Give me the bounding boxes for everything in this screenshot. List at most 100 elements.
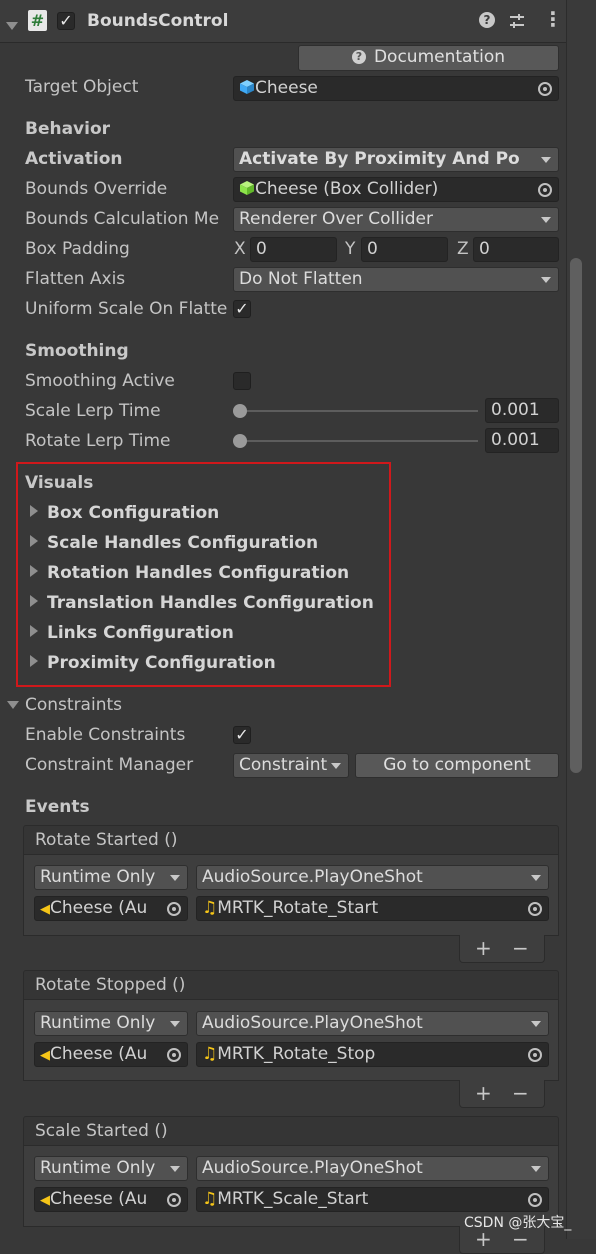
rotate-lerp-label: Rotate Lerp Time (25, 431, 171, 451)
constraints-header: Constraints (25, 695, 122, 715)
rotate-lerp-input[interactable]: 0.001 (485, 428, 559, 453)
function-dropdown[interactable]: AudioSource.PlayOneShot (196, 865, 549, 890)
uniform-scale-checkbox[interactable]: ✓ (233, 300, 251, 318)
cube-icon (240, 80, 254, 94)
foldout-label: Links Configuration (47, 623, 234, 643)
event-argument-value: MRTK_Rotate_Start (217, 898, 379, 918)
foldout-arrow-icon (30, 505, 38, 517)
runtime-mode-dropdown[interactable]: Runtime Only (34, 1011, 188, 1036)
foldout-translation-handles-configuration[interactable]: Translation Handles Configuration (30, 593, 374, 613)
box-padding-label: Box Padding (25, 239, 130, 259)
scale-lerp-label: Scale Lerp Time (25, 401, 161, 421)
foldout-links-configuration[interactable]: Links Configuration (30, 623, 234, 643)
event-header: Rotate Stopped () (23, 970, 559, 1000)
component-header: # ✓ BoundsControl ? ⋮ (0, 0, 566, 43)
foldout-box-configuration[interactable]: Box Configuration (30, 503, 219, 523)
event-object-value: Cheese (Au (50, 1189, 148, 1209)
events-header: Events (25, 797, 90, 817)
function-value: AudioSource.PlayOneShot (202, 1158, 423, 1178)
function-dropdown[interactable]: AudioSource.PlayOneShot (196, 1011, 549, 1036)
object-picker-icon[interactable] (528, 902, 542, 916)
object-picker-icon[interactable] (167, 1193, 181, 1207)
rotate-lerp-value: 0.001 (491, 430, 540, 450)
chevron-down-icon (531, 1021, 541, 1027)
runtime-mode-dropdown[interactable]: Runtime Only (34, 1156, 188, 1181)
smoothing-active-checkbox[interactable] (233, 372, 251, 390)
foldout-arrow-icon[interactable] (6, 16, 18, 36)
scrollbar-thumb[interactable] (570, 258, 582, 773)
documentation-button[interactable]: ? Documentation (298, 45, 559, 71)
function-dropdown[interactable]: AudioSource.PlayOneShot (196, 1156, 549, 1181)
foldout-rotation-handles-configuration[interactable]: Rotation Handles Configuration (30, 563, 349, 583)
foldout-label: Rotation Handles Configuration (47, 563, 350, 583)
chevron-down-icon (531, 1166, 541, 1172)
flatten-axis-dropdown[interactable]: Do Not Flatten (233, 267, 559, 292)
foldout-arrow-icon (30, 655, 38, 667)
add-listener-button[interactable]: + (475, 936, 492, 960)
constraints-foldout[interactable]: Constraints (7, 695, 122, 715)
rotate-lerp-slider-track[interactable] (240, 440, 478, 442)
rotate-lerp-slider-handle[interactable] (233, 434, 247, 448)
runtime-mode-dropdown[interactable]: Runtime Only (34, 865, 188, 890)
foldout-proximity-configuration[interactable]: Proximity Configuration (30, 653, 276, 673)
bounds-calc-dropdown[interactable]: Renderer Over Collider (233, 207, 559, 232)
bounds-override-label: Bounds Override (25, 179, 168, 199)
enable-constraints-label: Enable Constraints (25, 725, 186, 745)
remove-listener-button[interactable]: − (512, 1081, 529, 1105)
more-options-icon[interactable]: ⋮ (543, 7, 563, 31)
object-picker-icon[interactable] (167, 902, 181, 916)
scale-lerp-slider-track[interactable] (240, 410, 478, 412)
event-argument-field[interactable]: ♫MRTK_Scale_Start (196, 1187, 549, 1212)
object-picker-icon[interactable] (528, 1193, 542, 1207)
enable-constraints-checkbox[interactable]: ✓ (233, 726, 251, 744)
presets-icon[interactable] (508, 12, 526, 30)
object-picker-icon[interactable] (538, 82, 552, 96)
bounds-calc-value: Renderer Over Collider (239, 209, 433, 229)
foldout-label: Box Configuration (47, 503, 220, 523)
foldout-arrow-icon (30, 595, 38, 607)
bounds-override-field[interactable]: Cheese (Box Collider) (233, 177, 559, 202)
audio-source-icon: ◀ (40, 902, 50, 917)
help-icon: ? (351, 50, 366, 64)
chevron-down-icon (541, 277, 551, 283)
object-picker-icon[interactable] (528, 1048, 542, 1062)
event-object-field[interactable]: ◀Cheese (Au (34, 1042, 188, 1067)
box-collider-icon (240, 181, 254, 195)
bounds-calc-label: Bounds Calculation Me (25, 209, 220, 229)
foldout-label: Scale Handles Configuration (47, 533, 319, 553)
foldout-arrow-icon (7, 701, 19, 709)
foldout-arrow-icon (30, 535, 38, 547)
add-listener-button[interactable]: + (475, 1081, 492, 1105)
scale-lerp-slider-handle[interactable] (233, 404, 247, 418)
scale-lerp-input[interactable]: 0.001 (485, 398, 559, 423)
help-icon[interactable]: ? (479, 12, 495, 28)
target-object-field[interactable]: Cheese (233, 76, 559, 101)
runtime-mode-value: Runtime Only (40, 1013, 156, 1033)
event-argument-field[interactable]: ♫MRTK_Rotate_Start (196, 896, 549, 921)
component-enabled-checkbox[interactable]: ✓ (57, 12, 75, 30)
constraint-manager-dropdown[interactable]: Constraint (233, 753, 349, 778)
watermark: CSDN @张大宝_ (464, 1215, 572, 1231)
scale-lerp-value: 0.001 (491, 400, 540, 420)
component-title: BoundsControl (87, 11, 229, 31)
event-argument-value: MRTK_Rotate_Stop (217, 1044, 376, 1064)
padding-z-input[interactable]: 0 (473, 237, 559, 262)
object-picker-icon[interactable] (538, 183, 552, 197)
smoothing-header: Smoothing (25, 341, 129, 361)
go-to-component-button[interactable]: Go to component (355, 753, 559, 778)
event-argument-value: MRTK_Scale_Start (217, 1189, 369, 1209)
activation-dropdown[interactable]: Activate By Proximity And Po (233, 147, 559, 172)
event-object-field[interactable]: ◀Cheese (Au (34, 896, 188, 921)
padding-x-input[interactable]: 0 (250, 237, 337, 262)
foldout-arrow-icon (30, 565, 38, 577)
event-argument-field[interactable]: ♫MRTK_Rotate_Stop (196, 1042, 549, 1067)
foldout-arrow-icon (30, 625, 38, 637)
remove-listener-button[interactable]: − (512, 936, 529, 960)
event-object-field[interactable]: ◀Cheese (Au (34, 1187, 188, 1212)
chevron-down-icon (170, 1021, 180, 1027)
foldout-scale-handles-configuration[interactable]: Scale Handles Configuration (30, 533, 318, 553)
padding-y-input[interactable]: 0 (361, 237, 448, 262)
object-picker-icon[interactable] (167, 1048, 181, 1062)
chevron-down-icon (170, 875, 180, 881)
smoothing-active-label: Smoothing Active (25, 371, 175, 391)
